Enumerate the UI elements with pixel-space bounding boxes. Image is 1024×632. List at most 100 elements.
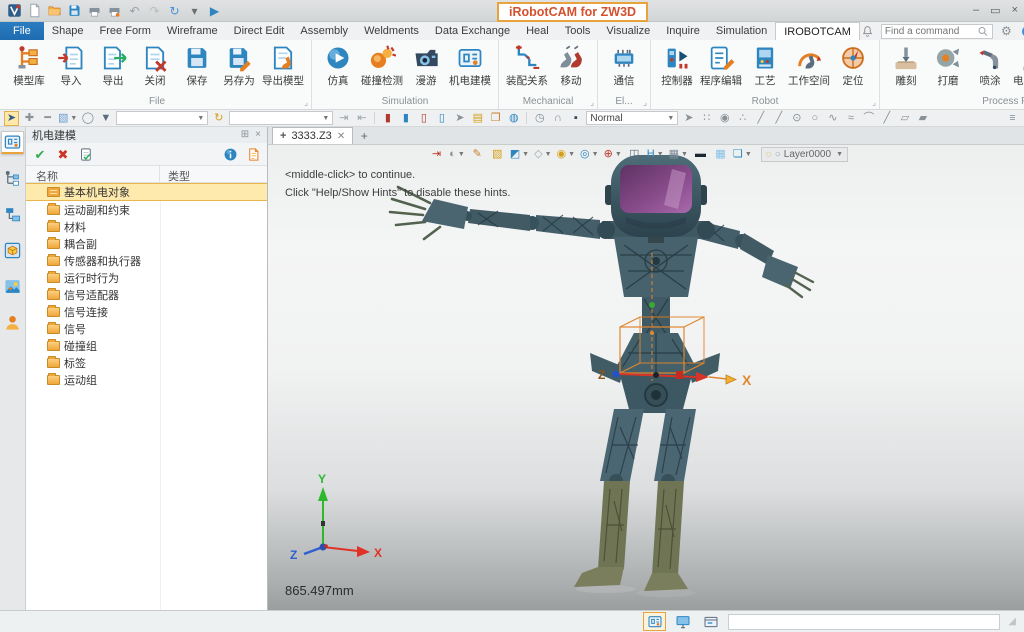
record-view-icon[interactable]: ▦▼ [669, 147, 688, 162]
menu-tab-irobotcam[interactable]: IROBOTCAM [775, 22, 860, 40]
undo-icon[interactable]: ↶ [126, 2, 143, 19]
tree-item-运动组[interactable]: 运动组 [26, 371, 267, 388]
app-logo-icon[interactable] [6, 2, 23, 19]
status-mechatronic-button[interactable] [643, 612, 666, 631]
layer-stack-icon[interactable]: ❏▼ [733, 147, 752, 162]
chevron-down-icon[interactable]: ▼ [615, 151, 622, 158]
arc-tool-icon[interactable]: ⌒ [861, 111, 876, 126]
command-search-input[interactable] [885, 26, 977, 37]
chevron-down-icon[interactable]: ▼ [657, 151, 664, 158]
tree-item-碰撞组[interactable]: 碰撞组 [26, 337, 267, 354]
circle-center-icon[interactable]: ⊙ [789, 111, 804, 126]
web-sync-icon[interactable]: ◍ [506, 111, 521, 126]
filter-point-icon[interactable]: ▯ [434, 111, 449, 126]
status-monitor-button[interactable] [671, 612, 694, 631]
tree-item-运行时行为[interactable]: 运行时行为 [26, 269, 267, 286]
menu-tab-tools[interactable]: Tools [557, 22, 599, 40]
polyline-tool-icon[interactable]: ∿ [825, 111, 840, 126]
ribbon-button-spray[interactable]: 喷涂 [969, 43, 1011, 88]
ribbon-button-arc-additive[interactable]: 电弧增材 [1011, 43, 1024, 88]
line-tool-3-icon[interactable]: ╱ [879, 111, 894, 126]
cancel-button[interactable]: ✖ [54, 145, 72, 163]
ribbon-button-controller[interactable]: 控制器 [656, 43, 698, 88]
strip-mechatronic-button[interactable] [1, 131, 24, 154]
menu-tab-simulation[interactable]: Simulation [708, 22, 775, 40]
quick-play-icon[interactable]: ▶ [206, 2, 223, 19]
open-file-icon[interactable] [46, 2, 63, 19]
tree-item-材料[interactable]: 材料 [26, 218, 267, 235]
view-refresh-icon[interactable]: ↻ [166, 2, 183, 19]
status-window-button[interactable] [699, 612, 722, 631]
bulb-icon[interactable]: ◌ [766, 149, 772, 160]
chevron-down-icon[interactable]: ▼ [681, 151, 688, 158]
window-close-button[interactable]: × [1012, 4, 1018, 17]
ribbon-button-close-doc[interactable]: 关闭 [134, 43, 176, 88]
strip-package-button[interactable] [1, 239, 24, 262]
line-tool-icon[interactable]: ╱ [753, 111, 768, 126]
chevron-down-icon[interactable]: ▼ [197, 115, 204, 122]
tree-item-传感器和执行器[interactable]: 传感器和执行器 [26, 252, 267, 269]
ribbon-button-engrave[interactable]: 雕刻 [885, 43, 927, 88]
redo-icon[interactable]: ↷ [146, 2, 163, 19]
pick-point-icon[interactable]: ∷ [699, 111, 714, 126]
viewport[interactable]: + 3333.Z3 ✕ + ⇥◐▼✎▧◩▼◇▼◉▼◎▼⊕▼◫H▼▦▼▬▦❏▼◌○… [268, 127, 1024, 610]
save-file-icon[interactable] [66, 2, 83, 19]
tree-item-运动副和约束[interactable]: 运动副和约束 [26, 201, 267, 218]
ribbon-button-move[interactable]: 移动 [550, 43, 592, 88]
ribbon-button-communication[interactable]: 通信 [603, 43, 645, 88]
command-search[interactable] [881, 24, 993, 39]
overflow-menu-icon[interactable]: ≡ [1005, 111, 1020, 126]
shade-box-icon[interactable]: ▧ [490, 147, 505, 162]
tree-item-基本机电对象[interactable]: 基本机电对象 [26, 183, 267, 201]
face-tool-2-icon[interactable]: ▰ [915, 111, 930, 126]
pick-any-icon[interactable]: ➤ [681, 111, 696, 126]
sketch-pencil-icon[interactable]: ✎ [470, 147, 485, 162]
chevron-down-icon[interactable]: ▼ [545, 151, 552, 158]
notes-doc-icon[interactable]: ▤ [470, 111, 485, 126]
checklist-button[interactable] [77, 145, 95, 163]
zoom-out-icon[interactable]: ━ [40, 111, 55, 126]
menu-tab-heal[interactable]: Heal [518, 22, 557, 40]
help-icon[interactable] [1020, 24, 1024, 39]
loop-bracket-icon[interactable]: ∩ [550, 111, 565, 126]
spline-tool-icon[interactable]: ≈ [843, 111, 858, 126]
refresh-caret-icon[interactable]: ▾ [186, 2, 203, 19]
strip-network-button[interactable] [1, 203, 24, 226]
ribbon-button-export[interactable]: 导出 [92, 43, 134, 88]
display-mode-icon[interactable]: ◩▼ [510, 147, 529, 162]
bundle-pack-icon[interactable]: ❒ [488, 111, 503, 126]
ribbon-button-import[interactable]: 导入 [50, 43, 92, 88]
menu-tab-visualize[interactable]: Visualize [598, 22, 658, 40]
menu-tab-shape[interactable]: Shape [44, 22, 92, 40]
window-minimize-button[interactable]: – [973, 4, 979, 17]
section-view-icon[interactable]: H▼ [647, 147, 664, 162]
status-input[interactable] [728, 614, 1000, 630]
tree-item-信号[interactable]: 信号 [26, 320, 267, 337]
menu-tab-free-form[interactable]: Free Form [92, 22, 159, 40]
ribbon-button-simulate[interactable]: 仿真 [317, 43, 359, 88]
chevron-down-icon[interactable]: ▼ [667, 115, 674, 122]
pick-scope-combo[interactable]: ▼ [229, 111, 333, 125]
menu-tab-wireframe[interactable]: Wireframe [159, 22, 226, 40]
dialog-launcher-icon[interactable]: ⌟ [590, 98, 594, 107]
chevron-down-icon[interactable]: ▼ [745, 151, 752, 158]
face-tool-icon[interactable]: ▱ [897, 111, 912, 126]
new-tab-button[interactable]: + [353, 129, 375, 143]
chevron-down-icon[interactable]: ▼ [592, 151, 599, 158]
ribbon-button-model-library[interactable]: 模型库 [8, 43, 50, 88]
regen-history-icon[interactable]: ↻ [211, 111, 226, 126]
ribbon-button-positioning[interactable]: 定位 [832, 43, 874, 88]
strip-scene-button[interactable] [1, 275, 24, 298]
filter-face-icon[interactable]: ▮ [380, 111, 395, 126]
confirm-button[interactable]: ✔ [31, 145, 49, 163]
strip-assembly-tree-button[interactable] [1, 167, 24, 190]
circle-tool-icon[interactable]: ○ [807, 111, 822, 126]
pick-last-icon[interactable]: ➤ [452, 111, 467, 126]
background-grid-icon[interactable]: ▦ [713, 147, 728, 162]
ribbon-button-program-edit[interactable]: 程序编辑 [698, 43, 744, 88]
layer-color-swatch[interactable]: ○ [775, 149, 781, 160]
background-dark-icon[interactable]: ▬ [693, 147, 708, 162]
ribbon-button-save-as[interactable]: 另存为 [218, 43, 260, 88]
ribbon-button-save[interactable]: 保存 [176, 43, 218, 88]
menu-tab-assembly[interactable]: Assembly [292, 22, 356, 40]
